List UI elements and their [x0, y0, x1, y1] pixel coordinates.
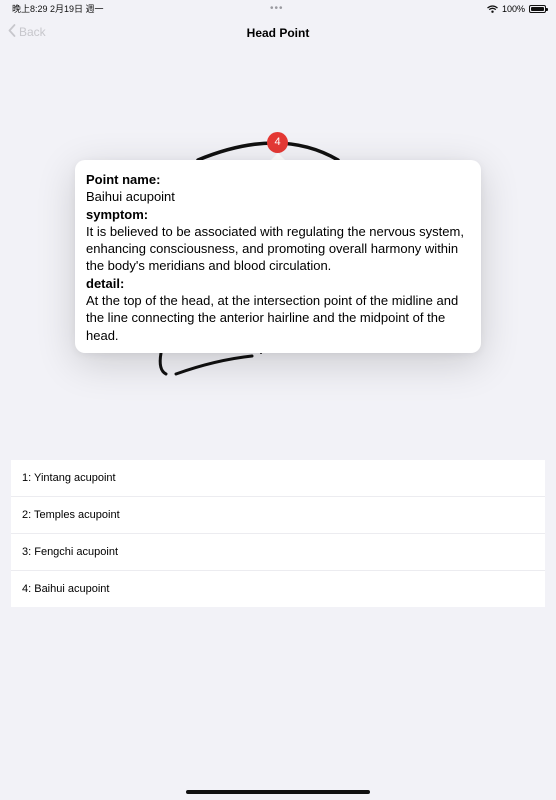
list-item[interactable]: 2: Temples acupoint: [11, 497, 545, 534]
page-title: Head Point: [246, 26, 310, 40]
multitasking-dots[interactable]: •••: [270, 0, 284, 18]
symptom-label: symptom:: [86, 206, 149, 222]
head-outline-jaw: [174, 354, 254, 376]
battery-percent: 100%: [501, 4, 525, 14]
head-outline-chin: [158, 351, 168, 376]
point-name-value: Baihui acupoint: [86, 189, 175, 205]
list-item[interactable]: 1: Yintang acupoint: [11, 460, 545, 497]
status-time: 晚上8:29 2月19日 週一: [12, 4, 104, 14]
point-info-popover: Point name: Baihui acupoint symptom: It …: [75, 160, 481, 353]
wifi-icon: [487, 5, 498, 13]
acupoint-list: 1: Yintang acupoint 2: Temples acupoint …: [11, 460, 545, 607]
battery-icon: [529, 5, 548, 13]
point-name-label: Point name:: [86, 172, 161, 187]
list-item[interactable]: 3: Fengchi acupoint: [11, 534, 545, 571]
detail-label: detail:: [86, 275, 125, 291]
home-indicator[interactable]: [186, 790, 370, 794]
detail-value: At the top of the head, at the intersect…: [86, 293, 459, 343]
acupoint-marker-4[interactable]: 4: [267, 132, 288, 153]
list-item[interactable]: 4: Baihui acupoint: [11, 571, 545, 607]
navigation-bar: Back Head Point: [0, 18, 556, 48]
symptom-value: It is believed to be associated with reg…: [86, 223, 464, 274]
status-indicators: 100%: [487, 0, 548, 18]
status-bar: 晚上8:29 2月19日 週一 ••• 100%: [0, 0, 556, 18]
